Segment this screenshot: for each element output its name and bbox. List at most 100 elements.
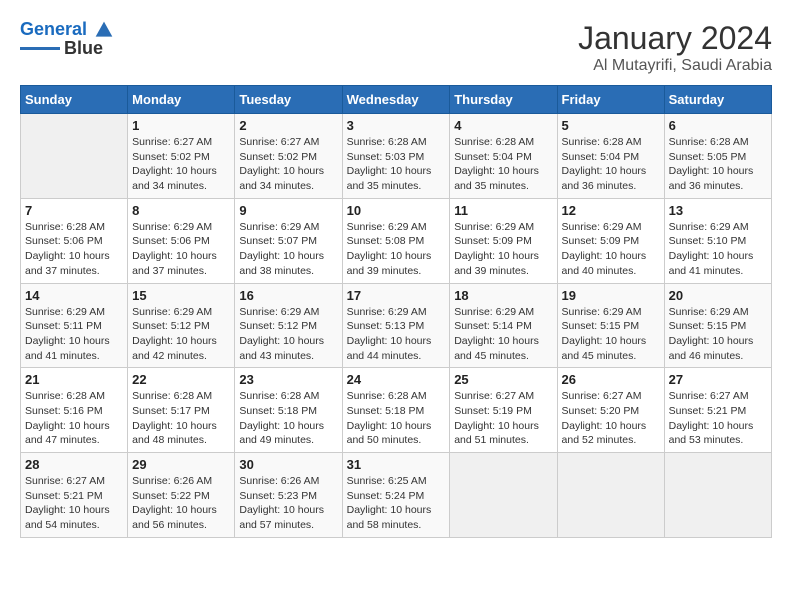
calendar-cell — [664, 453, 771, 538]
day-info: Sunrise: 6:28 AM Sunset: 5:17 PM Dayligh… — [132, 389, 230, 448]
day-number: 18 — [454, 288, 552, 303]
day-number: 10 — [347, 203, 446, 218]
day-info: Sunrise: 6:27 AM Sunset: 5:02 PM Dayligh… — [132, 135, 230, 194]
calendar-cell: 23Sunrise: 6:28 AM Sunset: 5:18 PM Dayli… — [235, 368, 342, 453]
calendar-cell: 17Sunrise: 6:29 AM Sunset: 5:13 PM Dayli… — [342, 283, 450, 368]
logo: General Blue — [20, 20, 114, 59]
day-number: 3 — [347, 118, 446, 133]
calendar-cell: 6 Sunrise: 6:28 AM Sunset: 5:05 PM Daylig… — [664, 114, 771, 199]
calendar-cell: 31 Sunrise: 6:25 AM Sunset: 5:24 PM Dayli… — [342, 453, 450, 538]
day-info: Sunrise: 6:28 AM Sunset: 5:16 PM Dayligh… — [25, 389, 123, 448]
day-info: Sunrise: 6:28 AM Sunset: 5:04 PM Dayligh… — [562, 135, 660, 194]
weekday-header: Monday — [128, 86, 235, 114]
calendar-cell: 25 Sunrise: 6:27 AM Sunset: 5:19 PM Dayli… — [450, 368, 557, 453]
calendar-cell: 24Sunrise: 6:28 AM Sunset: 5:18 PM Dayli… — [342, 368, 450, 453]
calendar-cell: 15Sunrise: 6:29 AM Sunset: 5:12 PM Dayli… — [128, 283, 235, 368]
calendar-week-row: 1 Sunrise: 6:27 AM Sunset: 5:02 PM Daylig… — [21, 114, 772, 199]
day-number: 4 — [454, 118, 552, 133]
day-info: Sunrise: 6:29 AM Sunset: 5:08 PM Dayligh… — [347, 220, 446, 279]
day-info: Sunrise: 6:29 AM Sunset: 5:15 PM Dayligh… — [669, 305, 767, 364]
day-number: 20 — [669, 288, 767, 303]
day-info: Sunrise: 6:26 AM Sunset: 5:22 PM Dayligh… — [132, 474, 230, 533]
calendar-cell: 20 Sunrise: 6:29 AM Sunset: 5:15 PM Dayli… — [664, 283, 771, 368]
day-number: 26 — [562, 372, 660, 387]
day-info: Sunrise: 6:27 AM Sunset: 5:19 PM Dayligh… — [454, 389, 552, 448]
day-info: Sunrise: 6:28 AM Sunset: 5:06 PM Dayligh… — [25, 220, 123, 279]
day-number: 5 — [562, 118, 660, 133]
calendar-cell: 14 Sunrise: 6:29 AM Sunset: 5:11 PM Dayli… — [21, 283, 128, 368]
day-number: 2 — [239, 118, 337, 133]
day-number: 21 — [25, 372, 123, 387]
day-number: 28 — [25, 457, 123, 472]
day-number: 23 — [239, 372, 337, 387]
day-info: Sunrise: 6:29 AM Sunset: 5:06 PM Dayligh… — [132, 220, 230, 279]
day-number: 31 — [347, 457, 446, 472]
day-info: Sunrise: 6:29 AM Sunset: 5:15 PM Dayligh… — [562, 305, 660, 364]
calendar-cell: 2 Sunrise: 6:27 AM Sunset: 5:02 PM Daylig… — [235, 114, 342, 199]
weekday-header: Friday — [557, 86, 664, 114]
day-info: Sunrise: 6:27 AM Sunset: 5:21 PM Dayligh… — [669, 389, 767, 448]
calendar-cell: 22Sunrise: 6:28 AM Sunset: 5:17 PM Dayli… — [128, 368, 235, 453]
calendar-cell: 10 Sunrise: 6:29 AM Sunset: 5:08 PM Dayli… — [342, 198, 450, 283]
calendar-cell: 5 Sunrise: 6:28 AM Sunset: 5:04 PM Daylig… — [557, 114, 664, 199]
day-number: 8 — [132, 203, 230, 218]
calendar-cell: 3 Sunrise: 6:28 AM Sunset: 5:03 PM Daylig… — [342, 114, 450, 199]
day-info: Sunrise: 6:29 AM Sunset: 5:11 PM Dayligh… — [25, 305, 123, 364]
calendar-cell — [557, 453, 664, 538]
calendar-cell: 8 Sunrise: 6:29 AM Sunset: 5:06 PM Daylig… — [128, 198, 235, 283]
day-info: Sunrise: 6:29 AM Sunset: 5:07 PM Dayligh… — [239, 220, 337, 279]
weekday-header: Sunday — [21, 86, 128, 114]
weekday-header: Saturday — [664, 86, 771, 114]
calendar-header-row: SundayMondayTuesdayWednesdayThursdayFrid… — [21, 86, 772, 114]
day-info: Sunrise: 6:28 AM Sunset: 5:04 PM Dayligh… — [454, 135, 552, 194]
calendar-cell: 29 Sunrise: 6:26 AM Sunset: 5:22 PM Dayli… — [128, 453, 235, 538]
day-number: 1 — [132, 118, 230, 133]
day-info: Sunrise: 6:29 AM Sunset: 5:10 PM Dayligh… — [669, 220, 767, 279]
day-number: 9 — [239, 203, 337, 218]
calendar-table: SundayMondayTuesdayWednesdayThursdayFrid… — [20, 85, 772, 538]
calendar-cell: 18Sunrise: 6:29 AM Sunset: 5:14 PM Dayli… — [450, 283, 557, 368]
day-info: Sunrise: 6:27 AM Sunset: 5:21 PM Dayligh… — [25, 474, 123, 533]
logo-text: General — [20, 20, 114, 40]
page-header: General Blue January 2024 Al Mutayrifi, … — [20, 20, 772, 75]
calendar-cell: 28 Sunrise: 6:27 AM Sunset: 5:21 PM Dayli… — [21, 453, 128, 538]
calendar-cell: 26Sunrise: 6:27 AM Sunset: 5:20 PM Dayli… — [557, 368, 664, 453]
day-number: 13 — [669, 203, 767, 218]
day-number: 14 — [25, 288, 123, 303]
day-info: Sunrise: 6:25 AM Sunset: 5:24 PM Dayligh… — [347, 474, 446, 533]
day-number: 7 — [25, 203, 123, 218]
calendar-cell — [21, 114, 128, 199]
day-number: 24 — [347, 372, 446, 387]
day-info: Sunrise: 6:28 AM Sunset: 5:03 PM Dayligh… — [347, 135, 446, 194]
calendar-week-row: 14 Sunrise: 6:29 AM Sunset: 5:11 PM Dayli… — [21, 283, 772, 368]
calendar-cell: 19 Sunrise: 6:29 AM Sunset: 5:15 PM Dayli… — [557, 283, 664, 368]
calendar-cell: 27Sunrise: 6:27 AM Sunset: 5:21 PM Dayli… — [664, 368, 771, 453]
day-number: 17 — [347, 288, 446, 303]
day-info: Sunrise: 6:29 AM Sunset: 5:12 PM Dayligh… — [239, 305, 337, 364]
day-number: 12 — [562, 203, 660, 218]
day-info: Sunrise: 6:27 AM Sunset: 5:02 PM Dayligh… — [239, 135, 337, 194]
month-title: January 2024 — [578, 20, 772, 57]
calendar-cell: 12Sunrise: 6:29 AM Sunset: 5:09 PM Dayli… — [557, 198, 664, 283]
calendar-body: 1 Sunrise: 6:27 AM Sunset: 5:02 PM Daylig… — [21, 114, 772, 538]
calendar-cell: 13 Sunrise: 6:29 AM Sunset: 5:10 PM Dayli… — [664, 198, 771, 283]
day-number: 25 — [454, 372, 552, 387]
logo-line2: Blue — [64, 38, 103, 59]
day-info: Sunrise: 6:26 AM Sunset: 5:23 PM Dayligh… — [239, 474, 337, 533]
calendar-cell: 16Sunrise: 6:29 AM Sunset: 5:12 PM Dayli… — [235, 283, 342, 368]
day-number: 11 — [454, 203, 552, 218]
calendar-cell: 1 Sunrise: 6:27 AM Sunset: 5:02 PM Daylig… — [128, 114, 235, 199]
day-number: 19 — [562, 288, 660, 303]
day-info: Sunrise: 6:28 AM Sunset: 5:05 PM Dayligh… — [669, 135, 767, 194]
calendar-cell: 7 Sunrise: 6:28 AM Sunset: 5:06 PM Daylig… — [21, 198, 128, 283]
calendar-week-row: 7 Sunrise: 6:28 AM Sunset: 5:06 PM Daylig… — [21, 198, 772, 283]
day-number: 30 — [239, 457, 337, 472]
calendar-week-row: 28 Sunrise: 6:27 AM Sunset: 5:21 PM Dayli… — [21, 453, 772, 538]
calendar-cell: 4 Sunrise: 6:28 AM Sunset: 5:04 PM Daylig… — [450, 114, 557, 199]
calendar-week-row: 21 Sunrise: 6:28 AM Sunset: 5:16 PM Dayli… — [21, 368, 772, 453]
calendar-cell — [450, 453, 557, 538]
calendar-cell: 11Sunrise: 6:29 AM Sunset: 5:09 PM Dayli… — [450, 198, 557, 283]
day-info: Sunrise: 6:29 AM Sunset: 5:12 PM Dayligh… — [132, 305, 230, 364]
day-number: 6 — [669, 118, 767, 133]
day-number: 29 — [132, 457, 230, 472]
